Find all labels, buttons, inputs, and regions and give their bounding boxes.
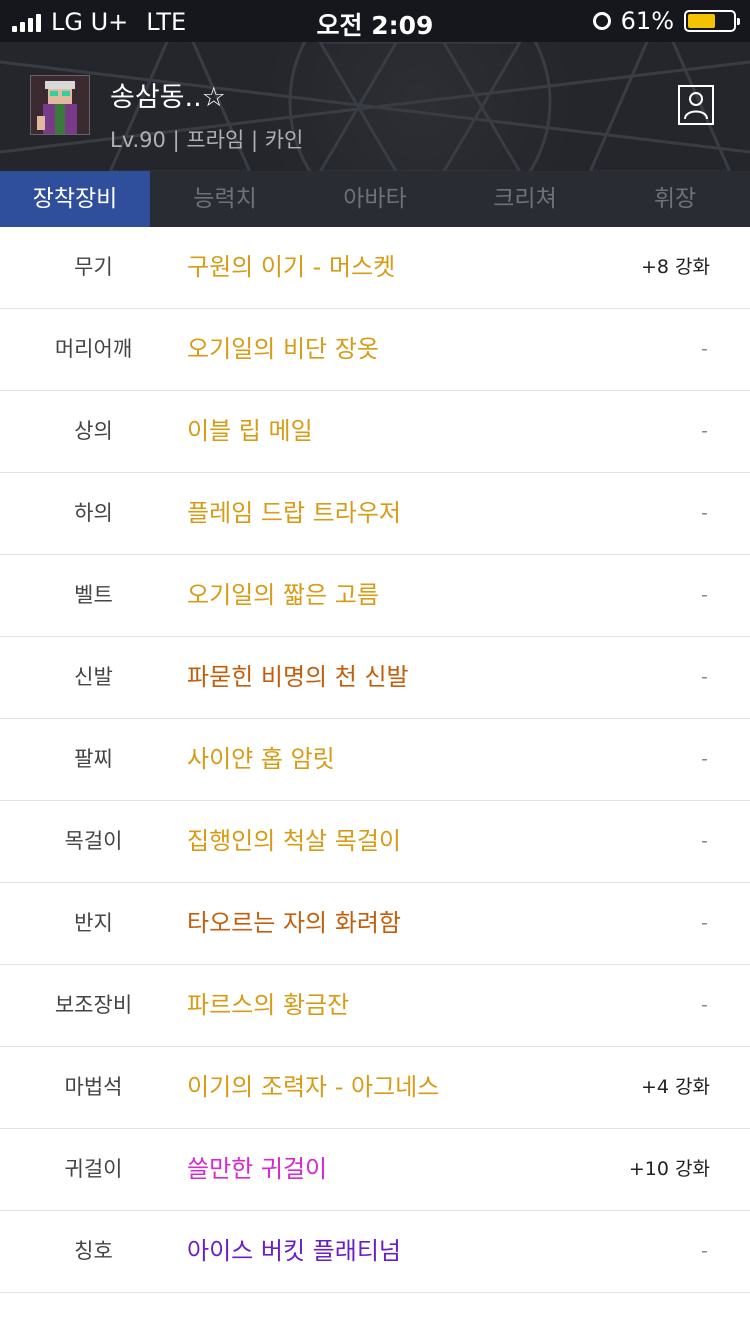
tab-bar: 장착장비 능력치 아바타 크리쳐 휘장 — [0, 171, 750, 227]
equipment-row[interactable]: 목걸이 집행인의 척살 목걸이 - — [0, 801, 750, 883]
battery-icon — [684, 10, 740, 32]
enhance-level: - — [701, 994, 708, 1016]
battery-fill — [688, 14, 715, 28]
equipment-row[interactable]: 하의 플레임 드랍 트라우저 - — [0, 473, 750, 555]
tab-equipment[interactable]: 장착장비 — [0, 171, 150, 227]
enhance-level: - — [701, 502, 708, 524]
item-name: 사이얀 홉 암릿 — [187, 745, 335, 773]
character-portrait — [31, 76, 89, 134]
equipment-row[interactable]: 벨트 오기일의 짧은 고름 - — [0, 555, 750, 637]
item-name: 타오르는 자의 화려함 — [187, 909, 401, 937]
enhance-level: +10 강화 — [628, 1158, 710, 1180]
character-avatar — [30, 75, 90, 135]
enhance-level: +8 강화 — [640, 256, 710, 278]
item-name: 플레임 드랍 트라우저 — [187, 499, 401, 527]
item-name: 집행인의 척살 목걸이 — [187, 827, 401, 855]
character-name: 송삼동..☆ — [110, 82, 226, 113]
tab-avatar[interactable]: 아바타 — [300, 171, 450, 227]
enhance-level: - — [701, 1240, 708, 1262]
slot-label: 하의 — [74, 501, 113, 525]
slot-label: 상의 — [74, 419, 113, 443]
equipment-row[interactable]: 머리어깨 오기일의 비단 장옷 - — [0, 309, 750, 391]
enhance-level: - — [701, 338, 708, 360]
person-icon — [684, 92, 708, 120]
item-name: 이기의 조력자 - 아그네스 — [187, 1073, 440, 1101]
equipment-row[interactable]: 반지 타오르는 자의 화려함 - — [0, 883, 750, 965]
enhance-level: - — [701, 420, 708, 442]
item-name: 쓸만한 귀걸이 — [187, 1155, 328, 1183]
alarm-icon — [592, 12, 611, 30]
equipment-row[interactable]: 신발 파묻힌 비명의 천 신발 - — [0, 637, 750, 719]
tab-stats[interactable]: 능력치 — [150, 171, 300, 227]
tab-creature[interactable]: 크리쳐 — [450, 171, 600, 227]
equipment-row[interactable]: 상의 이블 립 메일 - — [0, 391, 750, 473]
enhance-level: - — [701, 748, 708, 770]
profile-icon[interactable] — [678, 85, 714, 125]
equipment-row[interactable]: 칭호 아이스 버킷 플래티넘 - — [0, 1211, 750, 1293]
equipment-row[interactable]: 보조장비 파르스의 황금잔 - — [0, 965, 750, 1047]
item-name: 이블 립 메일 — [187, 417, 313, 445]
battery-percent: 61% — [620, 7, 674, 35]
tab-emblem[interactable]: 휘장 — [600, 171, 750, 227]
item-name: 파르스의 황금잔 — [187, 991, 350, 1019]
character-info: Lv.90 | 프라임 | 카인 — [110, 128, 304, 152]
enhance-level: - — [701, 666, 708, 688]
slot-label: 칭호 — [74, 1239, 113, 1263]
slot-label: 벨트 — [74, 583, 113, 607]
equipment-row[interactable]: 무기 구원의 이기 - 머스켓 +8 강화 — [0, 227, 750, 309]
slot-label: 마법석 — [64, 1075, 123, 1099]
equipment-list: 무기 구원의 이기 - 머스켓 +8 강화 머리어깨 오기일의 비단 장옷 - 상의 이블… — [0, 227, 750, 1293]
enhance-level: - — [701, 912, 708, 934]
equipment-row[interactable]: 팔찌 사이얀 홉 암릿 - — [0, 719, 750, 801]
enhance-level: - — [701, 584, 708, 606]
item-name: 구원의 이기 - 머스켓 — [187, 253, 396, 281]
item-name: 파묻힌 비명의 천 신발 — [187, 663, 409, 691]
slot-label: 신발 — [74, 665, 113, 689]
item-name: 오기일의 비단 장옷 — [187, 335, 379, 363]
slot-label: 무기 — [74, 255, 113, 279]
slot-label: 목걸이 — [64, 829, 123, 853]
slot-label: 팔찌 — [74, 747, 113, 771]
slot-label: 귀걸이 — [64, 1157, 123, 1181]
enhance-level: - — [701, 830, 708, 852]
slot-label: 머리어깨 — [54, 337, 133, 361]
equipment-row[interactable]: 귀걸이 쓸만한 귀걸이 +10 강화 — [0, 1129, 750, 1211]
slot-label: 반지 — [74, 911, 113, 935]
character-header: 송삼동..☆ Lv.90 | 프라임 | 카인 — [0, 42, 750, 171]
status-bar: LG U+ LTE 오전 2:09 61% — [0, 0, 750, 42]
enhance-level: +4 강화 — [640, 1076, 710, 1098]
slot-label: 보조장비 — [54, 993, 133, 1017]
item-name: 오기일의 짧은 고름 — [187, 581, 379, 609]
equipment-row[interactable]: 마법석 이기의 조력자 - 아그네스 +4 강화 — [0, 1047, 750, 1129]
item-name: 아이스 버킷 플래티넘 — [187, 1237, 401, 1265]
